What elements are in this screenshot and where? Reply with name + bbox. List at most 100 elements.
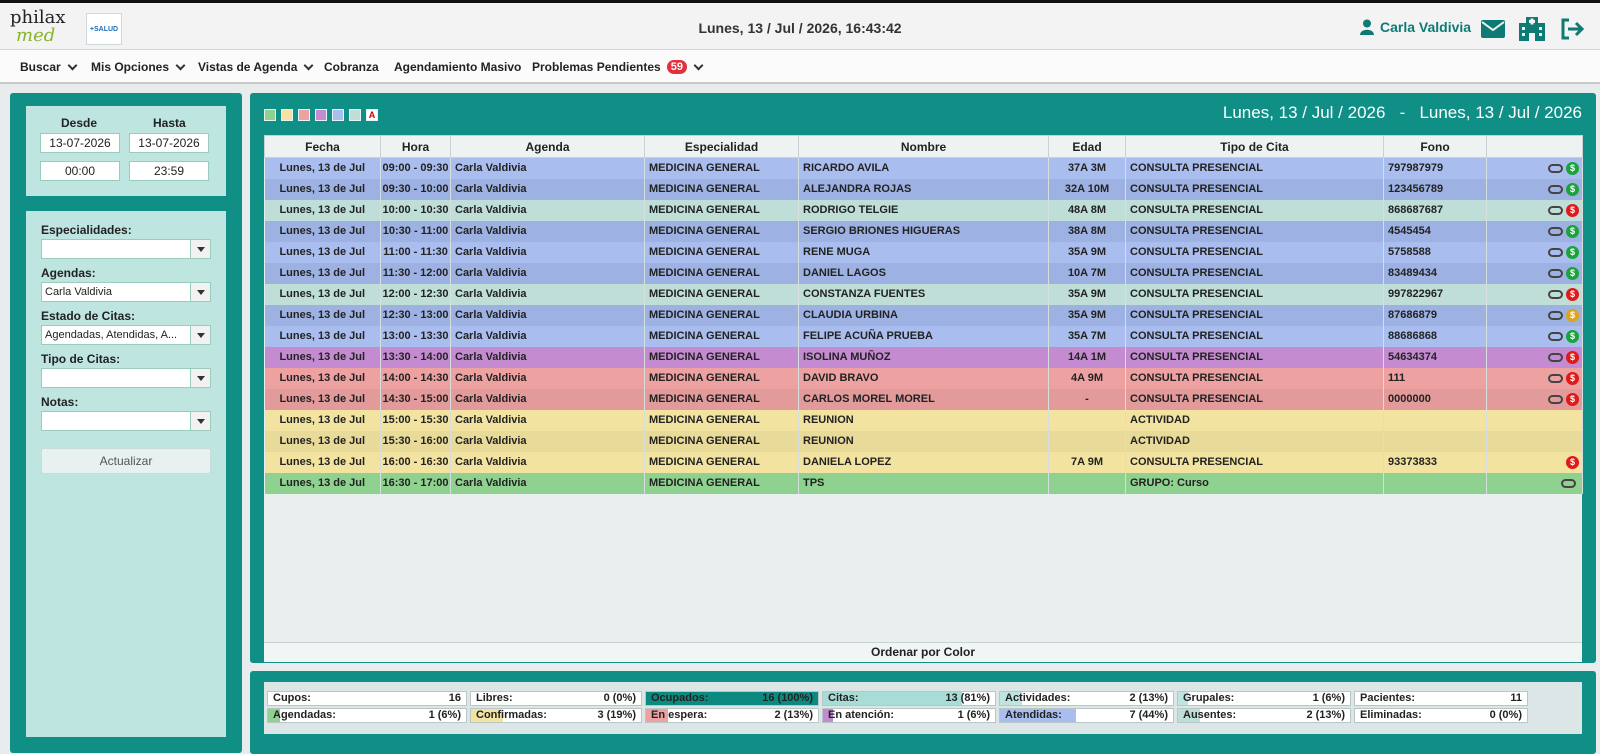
link-icon[interactable] <box>1548 289 1563 299</box>
legend-color-swatch[interactable] <box>315 109 327 121</box>
legend-color-swatch[interactable] <box>281 109 293 121</box>
logout-icon[interactable] <box>1560 17 1584 41</box>
menu-cobranza[interactable]: Cobranza <box>324 60 379 74</box>
link-icon[interactable] <box>1548 268 1563 278</box>
dropdown-arrow-icon[interactable] <box>190 326 210 344</box>
menu-mis-opciones[interactable]: Mis Opciones <box>91 60 186 74</box>
payment-status-icon[interactable]: $ <box>1566 203 1579 217</box>
payment-status-icon[interactable]: $ <box>1566 350 1579 364</box>
col-nombre[interactable]: Nombre <box>798 135 1049 158</box>
hasta-date-input[interactable]: 13-07-2026 <box>129 133 209 153</box>
agendas-select[interactable]: Carla Valdivia <box>41 282 211 302</box>
tipo-citas-select[interactable] <box>41 368 211 388</box>
legend-color-swatch[interactable] <box>332 109 344 121</box>
table-row[interactable]: Lunes, 13 de Jul 16:30 - 17:00 Carla Valdi… <box>264 472 1583 494</box>
payment-status-icon[interactable]: $ <box>1566 392 1579 406</box>
stat-label: Libres: <box>476 692 513 704</box>
link-icon[interactable] <box>1548 163 1563 173</box>
table-row[interactable]: Lunes, 13 de Jul 09:00 - 09:30 Carla Valdi… <box>264 157 1583 179</box>
legend-color-swatch[interactable] <box>264 109 276 121</box>
dropdown-arrow-icon[interactable] <box>190 369 210 387</box>
menu-problemas-pendientes[interactable]: Problemas Pendientes 59 <box>532 60 704 74</box>
cell-especialidad: MEDICINA GENERAL <box>644 304 799 326</box>
especialidades-label: Especialidades: <box>41 223 132 237</box>
desde-time-input[interactable]: 00:00 <box>40 161 120 181</box>
hasta-time-input[interactable]: 23:59 <box>129 161 209 181</box>
payment-status-icon[interactable]: $ <box>1566 245 1579 259</box>
table-row[interactable]: Lunes, 13 de Jul 13:00 - 13:30 Carla Valdi… <box>264 325 1583 347</box>
col-agenda[interactable]: Agenda <box>450 135 645 158</box>
table-row[interactable]: Lunes, 13 de Jul 13:30 - 14:00 Carla Valdi… <box>264 346 1583 368</box>
link-icon[interactable] <box>1548 331 1563 341</box>
payment-status-icon[interactable]: $ <box>1566 161 1579 175</box>
clinic-icon[interactable] <box>1518 17 1546 41</box>
legend-color-swatch[interactable] <box>349 109 361 121</box>
cell-agenda: Carla Valdivia <box>450 199 645 221</box>
legend-color-swatch[interactable] <box>298 109 310 121</box>
table-row[interactable]: Lunes, 13 de Jul 10:30 - 11:00 Carla Valdi… <box>264 220 1583 242</box>
cell-nombre: ALEJANDRA ROJAS <box>798 178 1049 200</box>
col-fono[interactable]: Fono <box>1383 135 1487 158</box>
link-icon[interactable] <box>1561 478 1576 488</box>
payment-status-icon[interactable]: $ <box>1566 182 1579 196</box>
table-row[interactable]: Lunes, 13 de Jul 10:00 - 10:30 Carla Valdi… <box>264 199 1583 221</box>
stat-value: 1 (6%) <box>1312 692 1345 704</box>
col-edad[interactable]: Edad <box>1048 135 1126 158</box>
table-row[interactable]: Lunes, 13 de Jul 14:30 - 15:00 Carla Valdi… <box>264 388 1583 410</box>
table-row[interactable]: Lunes, 13 de Jul 15:30 - 16:00 Carla Valdi… <box>264 430 1583 452</box>
menu-agendamiento-masivo[interactable]: Agendamiento Masivo <box>394 60 521 74</box>
dropdown-arrow-icon[interactable] <box>190 240 210 258</box>
col-fecha[interactable]: Fecha <box>264 135 381 158</box>
mail-icon[interactable] <box>1480 17 1506 41</box>
link-icon[interactable] <box>1548 184 1563 194</box>
legend-all-swatch[interactable]: A <box>366 109 378 121</box>
menu-vistas-agenda[interactable]: Vistas de Agenda <box>198 60 314 74</box>
payment-status-icon[interactable]: $ <box>1566 224 1579 238</box>
table-row[interactable]: Lunes, 13 de Jul 09:30 - 10:00 Carla Valdi… <box>264 178 1583 200</box>
cell-edad: 35A 9M <box>1048 283 1126 305</box>
link-icon[interactable] <box>1548 352 1563 362</box>
dropdown-arrow-icon[interactable] <box>190 412 210 430</box>
col-tipo-cita[interactable]: Tipo de Cita <box>1125 135 1384 158</box>
cell-fecha: Lunes, 13 de Jul <box>264 346 381 368</box>
link-icon[interactable] <box>1548 310 1563 320</box>
cell-tipo-cita: CONSULTA PRESENCIAL <box>1125 388 1384 410</box>
philaxmed-logo[interactable]: philax med <box>10 9 80 47</box>
table-row[interactable]: Lunes, 13 de Jul 16:00 - 16:30 Carla Valdi… <box>264 451 1583 473</box>
table-row[interactable]: Lunes, 13 de Jul 12:00 - 12:30 Carla Valdi… <box>264 283 1583 305</box>
link-icon[interactable] <box>1548 247 1563 257</box>
user-menu[interactable]: Carla Valdivia <box>1360 19 1471 35</box>
color-legend: A <box>264 109 378 121</box>
cell-fono: 997822967 <box>1383 283 1487 305</box>
notas-select[interactable] <box>41 411 211 431</box>
link-icon[interactable] <box>1548 226 1563 236</box>
payment-status-icon[interactable]: $ <box>1566 329 1579 343</box>
table-row[interactable]: Lunes, 13 de Jul 12:30 - 13:00 Carla Valdi… <box>264 304 1583 326</box>
cell-edad: 4A 9M <box>1048 367 1126 389</box>
payment-status-icon[interactable]: $ <box>1566 371 1579 385</box>
col-especialidad[interactable]: Especialidad <box>644 135 799 158</box>
stat-actividades: Actividades: 2 (13%) <box>999 691 1174 706</box>
menu-buscar[interactable]: Buscar <box>20 60 78 74</box>
payment-status-icon[interactable]: $ <box>1566 455 1579 469</box>
payment-status-icon[interactable]: $ <box>1566 287 1579 301</box>
table-row[interactable]: Lunes, 13 de Jul 14:00 - 14:30 Carla Valdi… <box>264 367 1583 389</box>
cell-especialidad: MEDICINA GENERAL <box>644 367 799 389</box>
table-row[interactable]: Lunes, 13 de Jul 11:30 - 12:00 Carla Valdi… <box>264 262 1583 284</box>
payment-status-icon[interactable]: $ <box>1566 308 1579 322</box>
cell-nombre: FELIPE ACUÑA PRUEBA <box>798 325 1049 347</box>
cell-hora: 13:30 - 14:00 <box>380 346 451 368</box>
link-icon[interactable] <box>1548 205 1563 215</box>
order-by-color-button[interactable]: Ordenar por Color <box>264 642 1582 662</box>
actualizar-button[interactable]: Actualizar <box>41 448 211 474</box>
especialidades-select[interactable] <box>41 239 211 259</box>
link-icon[interactable] <box>1548 373 1563 383</box>
table-row[interactable]: Lunes, 13 de Jul 15:00 - 15:30 Carla Valdi… <box>264 409 1583 431</box>
payment-status-icon[interactable]: $ <box>1566 266 1579 280</box>
col-hora[interactable]: Hora <box>380 135 451 158</box>
table-row[interactable]: Lunes, 13 de Jul 11:00 - 11:30 Carla Valdi… <box>264 241 1583 263</box>
estado-citas-select[interactable]: Agendadas, Atendidas, A... <box>41 325 211 345</box>
dropdown-arrow-icon[interactable] <box>190 283 210 301</box>
link-icon[interactable] <box>1548 394 1563 404</box>
desde-date-input[interactable]: 13-07-2026 <box>40 133 120 153</box>
